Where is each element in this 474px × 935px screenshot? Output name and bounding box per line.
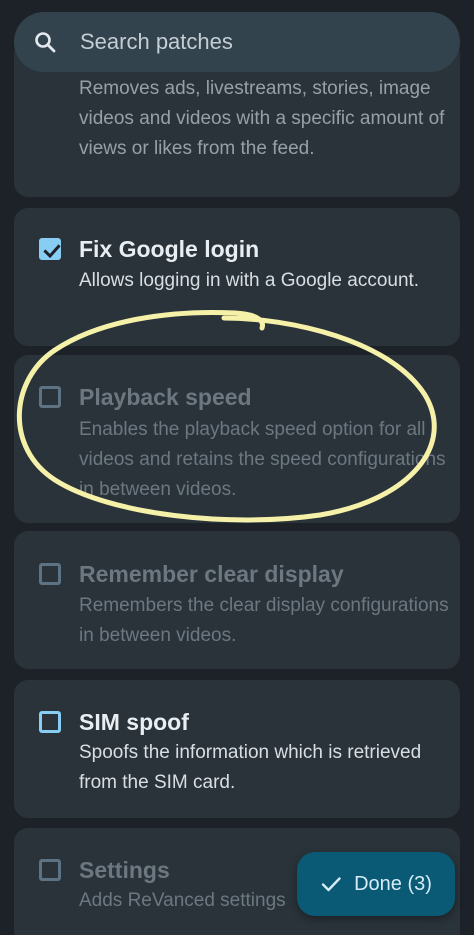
patch-checkbox-unchecked[interactable] — [39, 563, 61, 585]
patch-checkbox-unchecked[interactable] — [39, 711, 61, 733]
patch-description: Remembers the clear display configuratio… — [79, 595, 449, 646]
patch-checkbox-unchecked[interactable] — [39, 386, 61, 408]
patch-title: SIM spoof — [79, 709, 189, 735]
patch-card-sim-spoof[interactable]: SIM spoof Spoofs the information which i… — [14, 680, 460, 818]
patch-description: Allows logging in with a Google account. — [79, 270, 420, 291]
patch-title: Settings — [79, 857, 170, 883]
search-icon[interactable] — [34, 31, 56, 53]
done-button-label: Done (3) — [354, 872, 432, 895]
patch-title: Playback speed — [79, 384, 252, 410]
check-icon — [320, 873, 342, 895]
patch-title: Remember clear display — [79, 561, 344, 587]
search-input[interactable]: Search patches — [80, 29, 233, 55]
patch-card-playback-speed[interactable]: Playback speed Enables the playback spee… — [14, 355, 460, 523]
patch-description: Enables the playback speed option for al… — [79, 419, 446, 500]
search-bar[interactable]: Search patches — [14, 12, 460, 72]
patch-card-remember-clear-display[interactable]: Remember clear display Remembers the cle… — [14, 531, 460, 669]
patch-selector-screen: Removes ads, livestreams, stories, image… — [0, 0, 474, 935]
checkmark-icon — [43, 244, 61, 259]
patch-card-fix-google-login[interactable]: Fix Google login Allows logging in with … — [14, 208, 460, 346]
patch-checkbox-unchecked[interactable] — [39, 859, 61, 881]
patch-description: Removes ads, livestreams, stories, image… — [79, 78, 445, 159]
done-button[interactable]: Done (3) — [297, 852, 455, 916]
patch-description: Spoofs the information which is retrieve… — [79, 742, 422, 793]
patch-title: Fix Google login — [79, 236, 260, 262]
patch-checkbox-checked[interactable] — [39, 238, 61, 260]
